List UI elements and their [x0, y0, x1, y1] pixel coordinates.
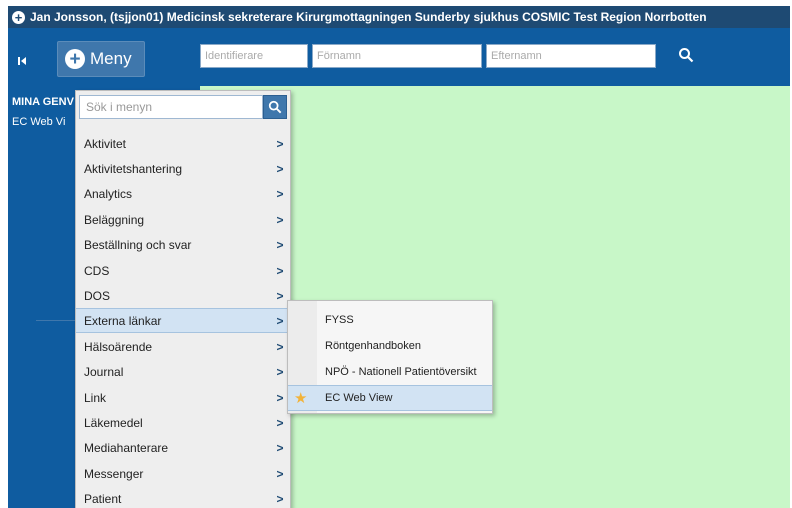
- chevron-right-icon: >: [276, 263, 284, 278]
- menu-item-aktivitetshantering[interactable]: Aktivitetshantering >: [76, 156, 290, 181]
- firstname-input[interactable]: [312, 44, 482, 68]
- menu-item-label: Aktivitet: [84, 136, 127, 151]
- menu-item-label: Analytics: [84, 186, 133, 201]
- menu-search-icon[interactable]: [263, 95, 287, 119]
- menu-button[interactable]: + Meny: [57, 41, 145, 77]
- chevron-right-icon: >: [276, 161, 284, 176]
- submenu-item-label: Röntgenhandboken: [325, 340, 422, 352]
- main-menu-dropdown: Aktivitet > Aktivitetshantering > Analyt…: [75, 90, 291, 508]
- menu-item-label: Läkemedel: [84, 415, 143, 430]
- cosmic-plus-icon: +: [12, 10, 25, 24]
- menu-item-journal[interactable]: Journal >: [76, 359, 290, 384]
- menu-item-halsoarende[interactable]: Hälsoärende >: [76, 334, 290, 359]
- submenu-item-label: NPÖ - Nationell Patientöversikt: [325, 366, 477, 378]
- menu-item-label: Journal: [84, 364, 124, 379]
- menu-item-label: Beställning och svar: [84, 237, 192, 252]
- menu-item-link[interactable]: Link >: [76, 385, 290, 410]
- chevron-right-icon: >: [276, 491, 284, 506]
- chevron-right-icon: >: [276, 415, 284, 430]
- menu-item-label: DOS: [84, 288, 111, 303]
- chevron-right-icon: >: [276, 466, 284, 481]
- menu-item-analytics[interactable]: Analytics >: [76, 181, 290, 206]
- collapse-sidebar-icon[interactable]: [14, 53, 30, 69]
- lastname-input[interactable]: [486, 44, 656, 68]
- chevron-right-icon: >: [276, 440, 284, 455]
- submenu-item-npo[interactable]: NPÖ - Nationell Patientöversikt: [288, 359, 492, 385]
- menu-item-dos[interactable]: DOS >: [76, 283, 290, 308]
- title-bar: + Jan Jonsson, (tsjjon01) Medicinsk sekr…: [8, 6, 790, 28]
- sidebar-link-ec-web-view[interactable]: EC Web Vi: [12, 116, 65, 128]
- menu-item-aktivitet[interactable]: Aktivitet >: [76, 131, 290, 156]
- menu-item-label: Externa länkar: [84, 313, 162, 328]
- menu-item-belaggning[interactable]: Beläggning >: [76, 207, 290, 232]
- chevron-right-icon: >: [276, 186, 284, 201]
- menu-item-lakemedel[interactable]: Läkemedel >: [76, 410, 290, 435]
- app-window: + Jan Jonsson, (tsjjon01) Medicinsk sekr…: [8, 6, 790, 508]
- menu-item-patient[interactable]: Patient >: [76, 486, 290, 508]
- user-context-text: Jan Jonsson, (tsjjon01) Medicinsk sekret…: [30, 10, 707, 24]
- toolbar: + Meny: [8, 28, 790, 86]
- plus-icon: +: [65, 49, 85, 69]
- menu-item-externa-lankar[interactable]: Externa länkar >: [76, 308, 290, 333]
- menu-item-cds[interactable]: CDS >: [76, 258, 290, 283]
- menu-item-label: CDS: [84, 263, 110, 278]
- menu-item-label: Aktivitetshantering: [84, 161, 183, 176]
- menu-item-mediahanterare[interactable]: Mediahanterare >: [76, 435, 290, 460]
- menu-item-label: Link: [84, 390, 107, 405]
- submenu-item-fyss[interactable]: FYSS: [288, 307, 492, 333]
- chevron-right-icon: >: [276, 237, 284, 252]
- submenu-item-label: FYSS: [325, 314, 354, 326]
- externa-lankar-submenu: FYSS Röntgenhandboken NPÖ - Nationell Pa…: [287, 300, 493, 414]
- menu-item-label: Beläggning: [84, 212, 145, 227]
- chevron-right-icon: >: [276, 136, 284, 151]
- menu-item-label: Messenger: [84, 466, 144, 481]
- menu-item-bestallning-och-svar[interactable]: Beställning och svar >: [76, 232, 290, 257]
- menu-button-label: Meny: [90, 49, 132, 68]
- sidebar-heading: MINA GENV: [12, 96, 74, 108]
- patient-search-icon[interactable]: [676, 45, 696, 65]
- submenu-item-rontgenhandboken[interactable]: Röntgenhandboken: [288, 333, 492, 359]
- favorite-star-icon: ★: [294, 390, 308, 407]
- menu-item-label: Mediahanterare: [84, 440, 169, 455]
- menu-search-input[interactable]: [79, 95, 263, 119]
- menu-item-label: Hälsoärende: [84, 339, 153, 354]
- identifier-input[interactable]: [200, 44, 308, 68]
- submenu-item-ec-web-view[interactable]: ★ EC Web View: [288, 385, 492, 411]
- menu-item-messenger[interactable]: Messenger >: [76, 461, 290, 486]
- submenu-item-label: EC Web View: [325, 392, 393, 404]
- menu-item-label: Patient: [84, 491, 122, 506]
- chevron-right-icon: >: [276, 212, 284, 227]
